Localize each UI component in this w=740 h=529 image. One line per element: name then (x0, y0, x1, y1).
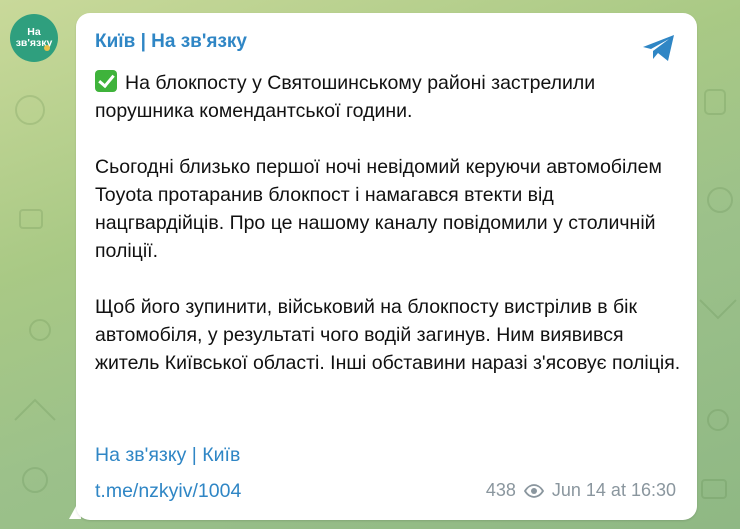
channel-avatar[interactable]: На зв'язку (10, 14, 58, 62)
channel-link[interactable]: На зв'язку | Київ (95, 444, 240, 467)
paragraph-2: Сьогодні близько першої ночі невідомий к… (95, 156, 662, 262)
share-icon[interactable] (641, 32, 677, 64)
message-bubble: Київ | На зв'язку На блокпосту у Святоши… (76, 13, 697, 520)
view-count: 438 (485, 480, 516, 500)
message-url[interactable]: t.me/nzkyiv/1004 (95, 480, 241, 503)
avatar-dot (44, 45, 50, 51)
paragraph-1-text: На блокпосту у Святошинському районі зас… (95, 72, 596, 122)
message-meta: 438 Jun 14 at 16:30 (486, 480, 676, 501)
paragraph-1: На блокпосту у Святошинському районі зас… (95, 69, 685, 125)
eye-icon (523, 483, 544, 498)
timestamp: Jun 14 at 16:30 (551, 480, 676, 500)
channel-title[interactable]: Київ | На зв'язку (95, 31, 247, 53)
message-text: На блокпосту у Святошинському районі зас… (95, 69, 685, 405)
paragraph-3: Щоб його зупинити, військовий на блокпос… (95, 296, 681, 374)
check-mark-icon (95, 70, 117, 92)
